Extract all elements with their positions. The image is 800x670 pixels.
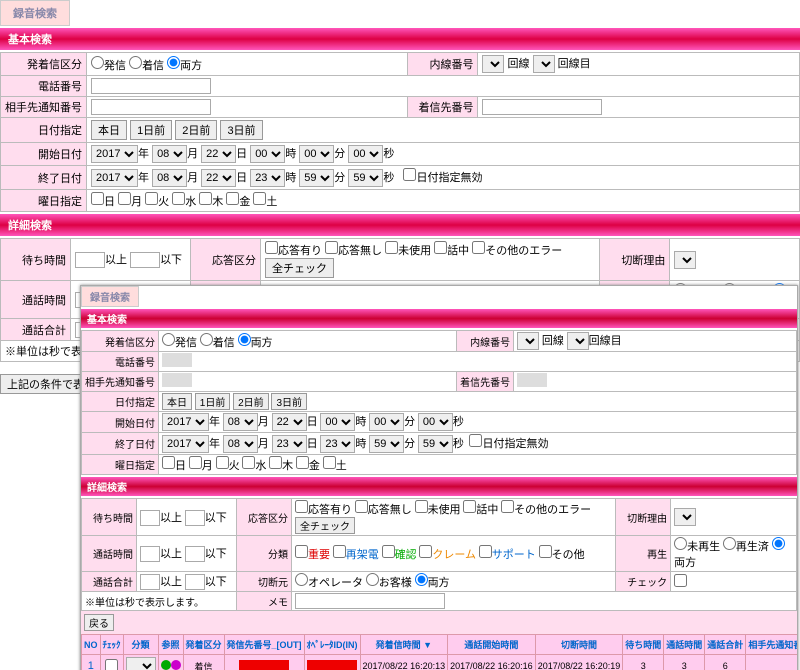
col-header[interactable]: NO [82,635,101,655]
redacted-out [239,660,289,670]
section-detail: 詳細検索 [0,214,800,236]
section-basic-2: 基本検索 [81,309,797,328]
lbl-wait: 待ち時間 [1,239,71,281]
lbl-end: 終了日付 [1,166,87,190]
inp-notify[interactable] [91,99,211,115]
sel-smi[interactable]: 00 [299,145,334,163]
row-no-link[interactable]: 1 [88,660,94,670]
sel-eh[interactable]: 23 [250,169,285,187]
inp-wait-lte[interactable] [130,252,160,268]
row-cat[interactable] [126,657,156,670]
col-header[interactable]: 分類 [123,635,158,655]
lbl-weekday: 曜日指定 [1,190,87,212]
sel-ey[interactable]: 2017 [91,169,138,187]
lbl-direction: 発着信区分 [1,53,87,76]
radio-recv[interactable] [129,56,142,69]
col-header[interactable]: ｵﾍﾟﾚｰﾀID(IN) [304,635,360,655]
chk-sun[interactable] [91,192,104,205]
col-header[interactable]: 通話時間 [664,635,705,655]
sel-sy[interactable]: 2017 [91,145,138,163]
sel-es[interactable]: 59 [348,169,383,187]
lbl-total: 通話合計 [1,319,71,341]
col-header[interactable]: 発着信時間 ▼ [360,635,448,655]
chk-resp-y[interactable] [265,241,278,254]
sel-sm[interactable]: 08 [152,145,187,163]
col-header[interactable]: 相手先通知番号_[OUT] [746,635,797,655]
inp-callee[interactable] [482,99,602,115]
col-header[interactable]: ﾁｪｯｸ [100,635,123,655]
col-header[interactable]: 発着区分 [183,635,224,655]
inp-wait-gte[interactable] [75,252,105,268]
col-header[interactable]: 発信先番号_[OUT] [224,635,304,655]
chk-err[interactable] [472,241,485,254]
overlay-search-panel: 録音検索 基本検索 発着信区分 発信 着信 両方 内線番号 回線 回線目 電話番… [80,285,798,670]
radio-both[interactable] [167,56,180,69]
sel-line[interactable] [533,55,555,73]
detail-form-2: 待ち時間 以上 以下 応答区分 応答有り 応答無し 未使用 話中 その他のエラー… [81,498,797,611]
btn-today[interactable]: 本日 [91,120,127,140]
results-grid: NOﾁｪｯｸ分類参照発着区分発信先番号_[OUT]ｵﾍﾟﾚｰﾀID(IN)発着信… [81,634,797,670]
chk-tue[interactable] [145,192,158,205]
btn-d3[interactable]: 3日前 [220,120,262,140]
info-icon[interactable] [171,660,181,670]
lbl-notify: 相手先通知番号 [1,97,87,118]
lbl-resp: 応答区分 [191,239,261,281]
table-row: 1着信2017/08/22 16:20:132017/08/22 16:20:1… [82,655,798,670]
sel-cutreason[interactable] [674,251,696,269]
section-basic: 基本検索 [0,28,800,50]
col-header[interactable]: 参照 [158,635,183,655]
chk-fri[interactable] [226,192,239,205]
lbl-cutreason: 切断理由 [600,239,670,281]
col-header[interactable]: 通話合計 [705,635,746,655]
btn-allcheck[interactable]: 全チェック [265,258,334,278]
tab-search[interactable]: 録音検索 [0,0,70,26]
sel-ss[interactable]: 00 [348,145,383,163]
basic-form-2: 発着信区分 発信 着信 両方 内線番号 回線 回線目 電話番号 相手先通知番号着… [81,330,797,475]
chk-resp-n[interactable] [325,241,338,254]
tab-search-2[interactable]: 録音検索 [81,286,139,307]
chk-sat[interactable] [253,192,266,205]
lbl-talk: 通話時間 [1,281,71,319]
redacted-in [307,660,357,670]
inp-phone[interactable] [91,78,211,94]
chk-thu[interactable] [199,192,212,205]
col-header[interactable]: 切断時間 [535,635,623,655]
sel-em[interactable]: 08 [152,169,187,187]
sel-emi[interactable]: 59 [299,169,334,187]
chk-unused[interactable] [385,241,398,254]
chk-disable-date[interactable] [403,168,416,181]
sel-ext[interactable] [482,55,504,73]
basic-form: 発着信区分 発信 着信 両方 内線番号 回線 回線目 電話番号 相手先通知番号 … [0,52,800,212]
lbl-ext: 内線番号 [408,53,478,76]
btn-d1[interactable]: 1日前 [130,120,172,140]
lbl-phone: 電話番号 [1,76,87,97]
sel-ed[interactable]: 22 [201,169,236,187]
radio-send[interactable] [91,56,104,69]
lbl-start: 開始日付 [1,143,87,166]
sel-sd[interactable]: 22 [201,145,236,163]
sel-sh[interactable]: 00 [250,145,285,163]
btn-back[interactable]: 戻る [84,614,114,631]
lbl-datespec: 日付指定 [1,118,87,143]
play-icon[interactable] [161,660,171,670]
row-check[interactable] [105,659,118,670]
chk-wed[interactable] [172,192,185,205]
chk-busy[interactable] [434,241,447,254]
chk-mon[interactable] [118,192,131,205]
btn-d2[interactable]: 2日前 [175,120,217,140]
section-detail-2: 詳細検索 [81,477,797,496]
lbl-callee: 着信先番号 [408,97,478,118]
col-header[interactable]: 待ち時間 [623,635,664,655]
col-header[interactable]: 通話開始時間 [448,635,536,655]
